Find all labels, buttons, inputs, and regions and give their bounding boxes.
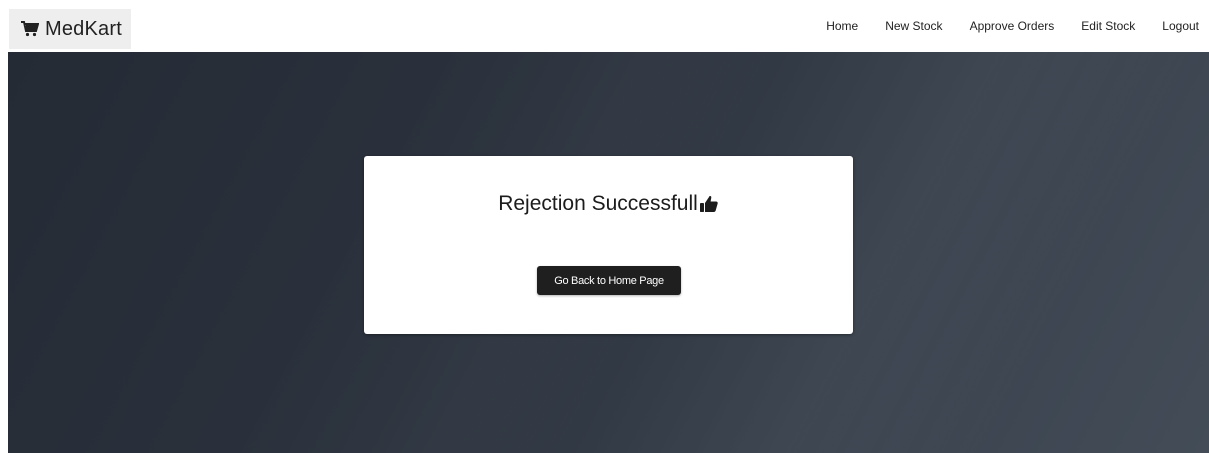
nav-link-new-stock[interactable]: New Stock: [885, 19, 942, 33]
shopping-cart-icon: [21, 21, 39, 37]
top-navbar: MedKart Home New Stock Approve Orders Ed…: [0, 0, 1209, 52]
thumbs-up-icon: [699, 196, 718, 212]
brand-name: MedKart: [45, 17, 122, 40]
message-title: Rejection Successfull: [498, 192, 698, 215]
nav-links: Home New Stock Approve Orders Edit Stock…: [799, 0, 1199, 52]
nav-link-approve-orders[interactable]: Approve Orders: [970, 19, 1055, 33]
go-back-home-button[interactable]: Go Back to Home Page: [537, 266, 681, 295]
hero-background: Rejection Successfull Go Back to Home Pa…: [8, 52, 1209, 453]
nav-link-home[interactable]: Home: [826, 19, 858, 33]
brand-logo-link[interactable]: MedKart: [9, 9, 131, 49]
message-title-row: Rejection Successfull: [364, 192, 853, 216]
nav-link-edit-stock[interactable]: Edit Stock: [1081, 19, 1135, 33]
message-card: Rejection Successfull Go Back to Home Pa…: [364, 156, 853, 334]
nav-link-logout[interactable]: Logout: [1162, 19, 1199, 33]
